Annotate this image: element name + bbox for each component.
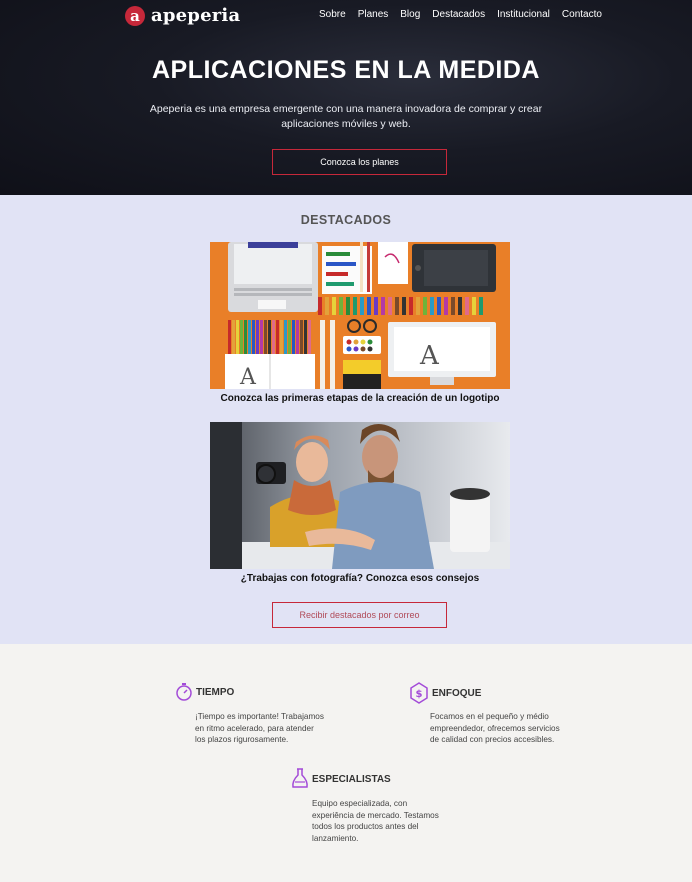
feature-text: Focamos en el pequeño y médio empreended… [430, 711, 560, 746]
pencil-illustration [409, 297, 413, 315]
pencil-illustration [437, 297, 441, 315]
logo-text: apeperia [151, 5, 241, 26]
feature-text-line: experiência de mercado. Testamos [312, 810, 439, 820]
feature-title: ENFOQUE [432, 687, 482, 699]
pencil-illustration [479, 297, 483, 315]
pencil-illustration [416, 297, 420, 315]
feature-text-line: ¡Tiempo es importante! Trabajamos [195, 712, 324, 721]
card-caption-logo[interactable]: Conozca las primeras etapas de la creaci… [180, 393, 540, 404]
pencil-illustration [451, 297, 455, 315]
svg-text:$: $ [416, 689, 423, 700]
feature-text: Equipo especializada, con experiência de… [312, 798, 439, 844]
pencil-illustration [395, 297, 399, 315]
feature-title: TIEMPO [196, 686, 235, 698]
pencil-illustration [367, 297, 371, 315]
feature-text: ¡Tiempo es importante! Trabajamos en rit… [195, 711, 324, 746]
feature-text-line: lanzamiento. [312, 833, 359, 843]
photography-image[interactable] [210, 422, 510, 569]
svg-text:A: A [239, 365, 257, 389]
feature-text-line: en ritmo acelerado, para atender [195, 723, 314, 733]
feature-text-line: Focamos en el pequeño y médio [430, 712, 549, 721]
pencil-illustration [444, 297, 448, 315]
pencil-illustration [388, 297, 392, 315]
svg-text:A: A [419, 341, 440, 371]
card-caption-photography[interactable]: ¿Trabajas con fotografía? Conozca esos c… [180, 573, 540, 584]
nav-link-destacados[interactable]: Destacados [432, 9, 485, 20]
feature-especialistas: ESPECIALISTAS [291, 768, 391, 790]
pencil-illustration [472, 297, 476, 315]
nav-link-planes[interactable]: Planes [358, 9, 389, 20]
stopwatch-icon [176, 683, 192, 701]
pencil-illustration [339, 297, 343, 315]
nav-link-sobre[interactable]: Sobre [319, 9, 346, 20]
pencil-illustration [325, 297, 329, 315]
view-plans-button[interactable]: Conozca los planes [272, 149, 447, 175]
logo-design-image[interactable]: A A [210, 242, 510, 389]
hero-section: a apeperia Sobre Planes Blog Destacados … [0, 0, 692, 195]
dollar-hexagon-icon: $ [410, 682, 428, 704]
feature-enfoque: $ ENFOQUE [409, 682, 481, 704]
pencil-illustration [353, 297, 357, 315]
subscribe-email-button[interactable]: Recibir destacados por correo [272, 602, 447, 628]
logo-mark: a [125, 5, 145, 26]
pencil-illustration [318, 297, 322, 315]
pencil-illustration [332, 297, 336, 315]
nav-link-institucional[interactable]: Institucional [497, 9, 550, 20]
flask-icon [292, 768, 308, 788]
hero-title: APLICACIONES EN LA MEDIDA [152, 56, 540, 84]
pencil-illustration [458, 297, 462, 315]
nav-link-blog[interactable]: Blog [400, 9, 420, 20]
feature-text-line: Equipo especializada, con [312, 799, 408, 808]
pencil-illustration [423, 297, 427, 315]
pencil-illustration [346, 297, 350, 315]
brand-logo[interactable]: a apeperia [125, 5, 240, 26]
pencil-illustration [402, 297, 406, 315]
nav-link-contacto[interactable]: Contacto [562, 9, 602, 20]
feature-tiempo: TIEMPO [175, 682, 234, 702]
main-nav: Sobre Planes Blog Destacados Institucion… [319, 9, 614, 20]
feature-text-line: los plazos rigurosamente. [195, 735, 289, 744]
feature-text-line: todos los productos antes del [312, 822, 419, 831]
pencil-illustration [430, 297, 434, 315]
hero-subtitle: Apeperia es una empresa emergente con un… [149, 103, 543, 130]
feature-text-line: empreendedor, ofrecemos servicios [430, 723, 560, 733]
featured-title: DESTACADOS [300, 213, 392, 227]
pencil-illustration [374, 297, 378, 315]
pencil-illustration [381, 297, 385, 315]
pencil-illustration [360, 297, 364, 315]
pencil-illustration [465, 297, 469, 315]
feature-title: ESPECIALISTAS [312, 773, 391, 785]
feature-text-line: de calidad con precios accesibles. [430, 735, 555, 744]
